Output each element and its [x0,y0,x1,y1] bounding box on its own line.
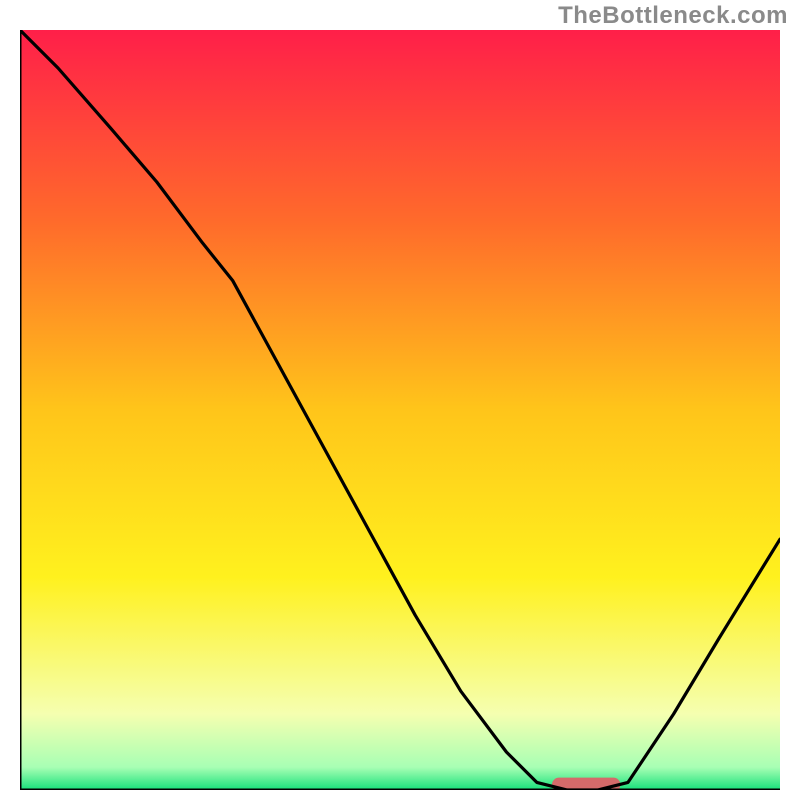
bottleneck-chart [20,30,780,790]
chart-container: TheBottleneck.com [0,0,800,800]
chart-svg [20,30,780,790]
watermark-text: TheBottleneck.com [558,2,788,30]
